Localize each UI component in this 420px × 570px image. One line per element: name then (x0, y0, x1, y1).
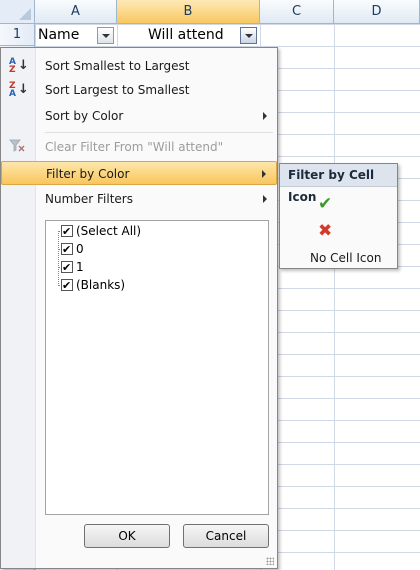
filter-values-list[interactable]: (Select All) 0 1 (Blanks) (45, 220, 269, 515)
column-header-b[interactable]: B (117, 0, 260, 24)
filter-green-check-item[interactable]: ✔ (280, 193, 397, 215)
number-filters-item[interactable]: Number Filters (1, 187, 277, 211)
submenu-arrow-icon (263, 112, 267, 120)
list-item-1[interactable]: 1 (61, 258, 84, 277)
row-header-1[interactable]: 1 (0, 24, 35, 46)
list-item-select-all[interactable]: (Select All) (61, 222, 142, 241)
filter-dropdown-a[interactable] (97, 27, 114, 44)
column-header-a[interactable]: A (35, 0, 117, 24)
clear-filter-label: Clear Filter From "Will attend" (45, 140, 224, 154)
no-cell-icon-item[interactable]: No Cell Icon (280, 247, 397, 269)
grid-line (334, 24, 335, 570)
clear-filter-item: Clear Filter From "Will attend" (1, 135, 277, 159)
cell-a1[interactable]: Name (38, 24, 79, 46)
list-item-label: (Blanks) (76, 278, 126, 292)
red-x-icon: ✖ (318, 221, 333, 241)
ok-button[interactable]: OK (84, 524, 170, 548)
list-item-0[interactable]: 0 (61, 240, 84, 259)
submenu-header: Filter by Cell Icon (280, 164, 397, 204)
column-header-c[interactable]: C (260, 0, 334, 24)
list-item-label: 1 (76, 260, 84, 274)
filter-red-x-item[interactable]: ✖ (280, 220, 397, 242)
list-item-label: (Select All) (76, 224, 142, 238)
sort-ascending-item[interactable]: A Z ↓ Sort Smallest to Largest (1, 54, 277, 78)
tree-line (58, 231, 59, 286)
clear-filter-icon (9, 139, 27, 155)
filter-by-color-submenu: Filter by Cell Icon ✔ ✖ No Cell Icon (279, 163, 398, 269)
checkbox-checked-icon[interactable] (61, 241, 73, 259)
column-header-d[interactable]: D (334, 0, 420, 24)
filter-dropdown-b[interactable] (240, 27, 257, 44)
sort-by-color-item[interactable]: Sort by Color (1, 104, 277, 128)
filter-by-color-label: Filter by Color (46, 167, 130, 181)
number-filters-label: Number Filters (45, 192, 133, 206)
submenu-arrow-icon (262, 170, 266, 178)
no-cell-icon-label: No Cell Icon (310, 251, 382, 265)
sort-ascending-label: Sort Smallest to Largest (45, 59, 190, 73)
checkbox-checked-icon[interactable] (61, 277, 73, 295)
checkbox-checked-icon[interactable] (61, 259, 73, 277)
sort-descending-icon: Z A ↓ (9, 81, 29, 99)
checkbox-checked-icon[interactable] (61, 223, 73, 241)
green-check-icon: ✔ (318, 194, 333, 214)
submenu-arrow-icon (263, 195, 267, 203)
list-item-label: 0 (76, 242, 84, 256)
sort-by-color-label: Sort by Color (45, 109, 124, 123)
resize-grip-icon[interactable] (266, 557, 274, 565)
sort-descending-item[interactable]: Z A ↓ Sort Largest to Smallest (1, 78, 277, 102)
autofilter-menu: A Z ↓ Sort Smallest to Largest Z A ↓ Sor… (0, 47, 278, 569)
sort-descending-label: Sort Largest to Smallest (45, 83, 190, 97)
cancel-button[interactable]: Cancel (183, 524, 269, 548)
cell-b1[interactable]: Will attend (148, 24, 224, 46)
sort-ascending-icon: A Z ↓ (9, 57, 29, 75)
filter-by-color-item[interactable]: Filter by Color (1, 161, 277, 185)
menu-separator (45, 132, 273, 133)
select-all-corner[interactable] (0, 0, 35, 24)
list-item-blanks[interactable]: (Blanks) (61, 276, 126, 295)
